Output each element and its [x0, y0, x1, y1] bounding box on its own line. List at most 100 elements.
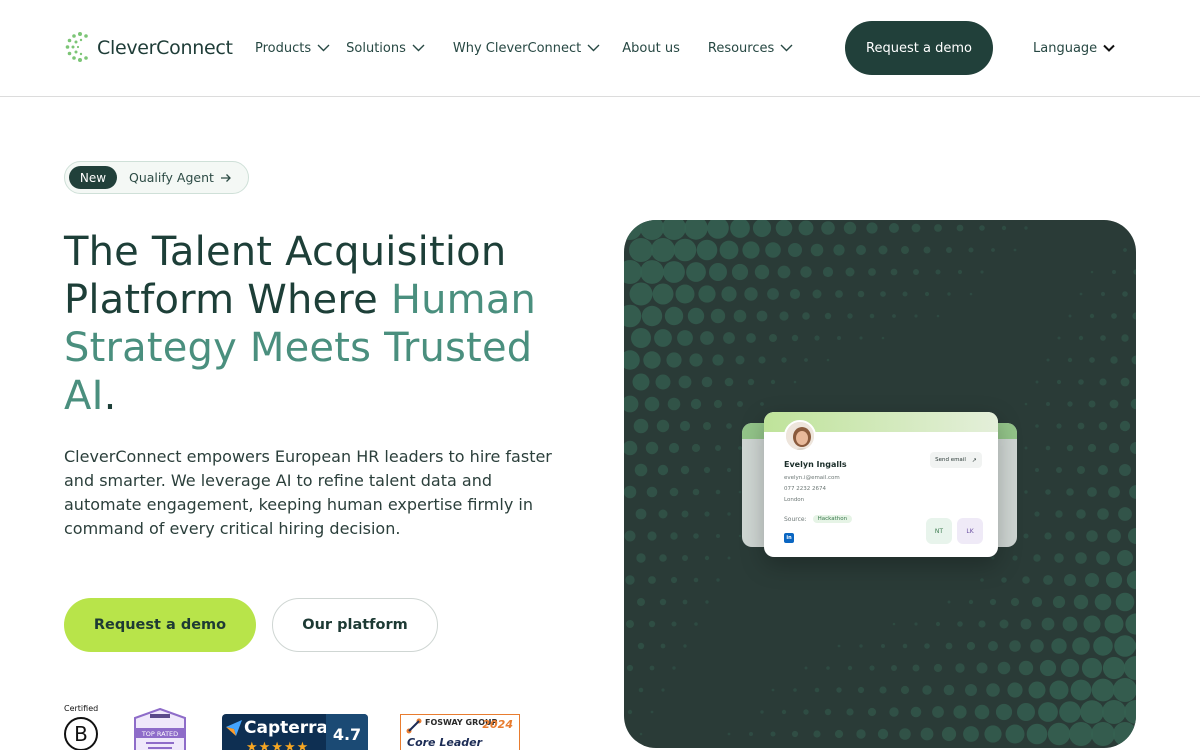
- background-dot: [879, 686, 887, 694]
- background-dot: [716, 534, 720, 538]
- background-dot: [677, 330, 693, 346]
- background-dot: [999, 619, 1009, 629]
- background-dot: [1124, 700, 1136, 724]
- background-dot: [1024, 490, 1028, 494]
- nav-item-why[interactable]: Why CleverConnect: [453, 38, 600, 58]
- brand-logo[interactable]: CleverConnect: [64, 30, 233, 66]
- background-dot: [1089, 357, 1095, 363]
- our-platform-button[interactable]: Our platform: [272, 598, 438, 652]
- background-dot: [913, 269, 919, 275]
- background-dot: [1023, 533, 1029, 539]
- background-dot: [655, 374, 671, 390]
- background-dot: [767, 288, 779, 300]
- background-dot: [789, 288, 801, 300]
- background-dot: [976, 662, 988, 674]
- background-dot: [1132, 312, 1136, 320]
- background-dot: [1072, 637, 1090, 655]
- request-demo-button[interactable]: Request a demo: [64, 598, 256, 652]
- background-dot: [856, 729, 866, 739]
- background-dot: [650, 710, 654, 714]
- background-dot: [1049, 680, 1069, 700]
- background-dot: [668, 442, 680, 454]
- fosway-badge: FOSWAY GROUP 2024 Core Leader: [400, 714, 520, 750]
- background-dot: [945, 642, 953, 650]
- background-dot: [1105, 571, 1123, 589]
- background-dot: [648, 576, 656, 584]
- background-dot: [771, 688, 775, 692]
- background-dot: [680, 465, 690, 475]
- announcement-badge[interactable]: New Qualify Agent: [64, 161, 249, 194]
- background-dot: [624, 350, 640, 370]
- background-dot: [788, 243, 802, 257]
- background-dot: [984, 725, 1002, 743]
- background-dot: [798, 220, 814, 236]
- background-dot: [654, 329, 672, 347]
- background-dot: [1066, 444, 1074, 452]
- background-dot: [923, 246, 931, 254]
- background-dot: [1043, 575, 1053, 585]
- bcorp-badge: Certified B: [64, 704, 100, 750]
- background-dot: [963, 726, 979, 742]
- background-dot: [802, 312, 810, 320]
- background-dot: [1024, 446, 1028, 450]
- background-dot: [1034, 511, 1040, 517]
- background-dot: [1135, 729, 1136, 739]
- background-dot: [892, 314, 896, 318]
- background-dot: [889, 707, 899, 717]
- background-dot: [641, 305, 663, 327]
- background-dot: [920, 727, 934, 741]
- background-dot: [1035, 380, 1039, 384]
- background-dot: [1077, 466, 1085, 474]
- background-dot: [1062, 616, 1078, 632]
- background-dot: [1134, 226, 1136, 230]
- background-dot: [1135, 641, 1136, 651]
- background-dot: [633, 418, 649, 434]
- chevron-down-icon: [780, 44, 793, 52]
- background-dot: [910, 706, 922, 718]
- background-dot: [1120, 377, 1130, 387]
- background-dot: [726, 467, 732, 473]
- background-dot: [986, 683, 1000, 697]
- background-dot: [765, 242, 781, 258]
- background-dot: [835, 290, 843, 298]
- background-dot: [643, 351, 661, 369]
- language-selector[interactable]: Language: [1033, 38, 1115, 58]
- background-dot: [899, 728, 911, 740]
- background-dot: [1125, 613, 1136, 635]
- background-dot: [968, 599, 974, 605]
- background-dot: [1123, 248, 1127, 252]
- background-dot: [1126, 570, 1136, 590]
- background-dot: [1124, 656, 1136, 680]
- background-dot: [1108, 486, 1120, 498]
- background-dot: [672, 666, 676, 670]
- background-dot: [624, 220, 642, 240]
- background-dot: [689, 353, 703, 367]
- nav-item-about[interactable]: About us: [622, 38, 680, 58]
- background-dot: [978, 620, 986, 628]
- nav-item-resources[interactable]: Resources: [708, 38, 793, 58]
- background-dot: [1068, 314, 1072, 318]
- background-dot: [712, 354, 724, 366]
- background-dot: [673, 238, 697, 262]
- candidate-city: London: [784, 497, 805, 503]
- background-dot: [693, 533, 699, 539]
- background-dot: [947, 292, 951, 296]
- nav-label: Products: [255, 40, 312, 56]
- background-dot: [1005, 724, 1025, 744]
- background-dot: [752, 220, 772, 238]
- background-dot: [678, 375, 692, 389]
- background-dot: [1107, 529, 1121, 543]
- background-dot: [648, 620, 656, 628]
- header-request-demo-button[interactable]: Request a demo: [845, 21, 993, 75]
- background-dot: [1100, 291, 1106, 297]
- background-dot: [731, 263, 749, 281]
- background-dot: [946, 247, 952, 253]
- background-dot: [880, 291, 886, 297]
- nav-item-products[interactable]: Products: [255, 38, 330, 58]
- nav-item-solutions[interactable]: Solutions: [346, 38, 425, 58]
- background-dot: [793, 380, 797, 384]
- background-dot: [626, 664, 634, 672]
- background-dot: [1109, 399, 1119, 409]
- background-dot: [770, 731, 776, 737]
- background-dot: [709, 263, 727, 281]
